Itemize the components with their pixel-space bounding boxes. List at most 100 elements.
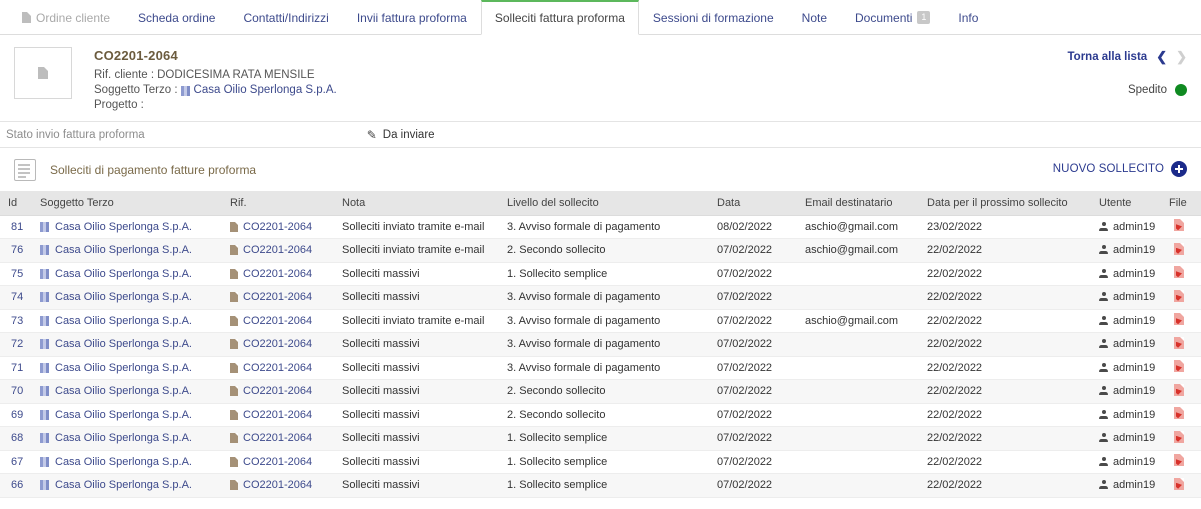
- pdf-icon[interactable]: [1174, 477, 1184, 490]
- table-row[interactable]: 68 Casa Oilio Sperlonga S.p.A. CO2201-2064…: [0, 426, 1201, 451]
- column-header[interactable]: Utente: [1091, 191, 1161, 216]
- cell-rif[interactable]: CO2201-2064: [222, 379, 334, 404]
- cell-id[interactable]: 67: [0, 450, 32, 474]
- table-row[interactable]: 67 Casa Oilio Sperlonga S.p.A. CO2201-2064…: [0, 450, 1201, 474]
- cell-file[interactable]: [1161, 379, 1201, 404]
- cell-rif[interactable]: CO2201-2064: [222, 450, 334, 474]
- cell-rif[interactable]: CO2201-2064: [222, 426, 334, 451]
- column-header[interactable]: File: [1161, 191, 1201, 216]
- tab-info[interactable]: Info: [944, 0, 992, 34]
- cell-id[interactable]: 75: [0, 262, 32, 286]
- table-row[interactable]: 75 Casa Oilio Sperlonga S.p.A. CO2201-2064…: [0, 262, 1201, 286]
- cell-soggetto-terzo[interactable]: Casa Oilio Sperlonga S.p.A.: [32, 238, 222, 263]
- cell-soggetto-terzo[interactable]: Casa Oilio Sperlonga S.p.A.: [32, 473, 222, 498]
- cell-file[interactable]: [1161, 450, 1201, 474]
- cell-soggetto-terzo[interactable]: Casa Oilio Sperlonga S.p.A.: [32, 356, 222, 380]
- pencil-icon[interactable]: ✎: [367, 128, 377, 142]
- back-to-list-link[interactable]: Torna alla lista: [1068, 51, 1148, 63]
- cell-id[interactable]: 69: [0, 403, 32, 427]
- cell-id[interactable]: 71: [0, 356, 32, 380]
- cell-soggetto-terzo[interactable]: Casa Oilio Sperlonga S.p.A.: [32, 262, 222, 286]
- pdf-icon[interactable]: [1174, 313, 1184, 326]
- cell-id[interactable]: 72: [0, 332, 32, 357]
- column-header[interactable]: Email destinatario: [797, 191, 919, 216]
- cell-id[interactable]: 68: [0, 426, 32, 451]
- pdf-icon[interactable]: [1174, 289, 1184, 302]
- pdf-icon[interactable]: [1174, 407, 1184, 420]
- tab-contatti-indirizzi[interactable]: Contatti/Indirizzi: [229, 0, 342, 34]
- cell-id[interactable]: 70: [0, 379, 32, 404]
- cell-rif[interactable]: CO2201-2064: [222, 356, 334, 380]
- cell-soggetto-terzo[interactable]: Casa Oilio Sperlonga S.p.A.: [32, 285, 222, 310]
- tab-invii-fattura-proforma[interactable]: Invii fattura proforma: [343, 0, 481, 34]
- table-row[interactable]: 70 Casa Oilio Sperlonga S.p.A. CO2201-2064…: [0, 379, 1201, 404]
- column-header[interactable]: Id: [0, 191, 32, 216]
- cell-file[interactable]: [1161, 473, 1201, 498]
- pdf-icon[interactable]: [1174, 454, 1184, 467]
- table-row[interactable]: 66 Casa Oilio Sperlonga S.p.A. CO2201-2064…: [0, 473, 1201, 498]
- column-header[interactable]: Soggetto Terzo: [32, 191, 222, 216]
- cell-soggetto-terzo[interactable]: Casa Oilio Sperlonga S.p.A.: [32, 215, 222, 239]
- column-header[interactable]: Rif.: [222, 191, 334, 216]
- cell-id[interactable]: 76: [0, 238, 32, 263]
- cell-soggetto-terzo[interactable]: Casa Oilio Sperlonga S.p.A.: [32, 332, 222, 357]
- chevron-left-icon[interactable]: ❮: [1156, 49, 1167, 65]
- column-header[interactable]: Livello del sollecito: [499, 191, 709, 216]
- cell-file[interactable]: [1161, 332, 1201, 357]
- cell-id[interactable]: 66: [0, 473, 32, 498]
- cell-file[interactable]: [1161, 215, 1201, 239]
- new-sollecito-button[interactable]: NUOVO SOLLECITO: [1053, 161, 1187, 177]
- tab-scheda-ordine[interactable]: Scheda ordine: [124, 0, 229, 34]
- cell-soggetto-terzo[interactable]: Casa Oilio Sperlonga S.p.A.: [32, 450, 222, 474]
- cell-id[interactable]: 74: [0, 285, 32, 310]
- cell-soggetto-terzo[interactable]: Casa Oilio Sperlonga S.p.A.: [32, 379, 222, 404]
- table-row[interactable]: 72 Casa Oilio Sperlonga S.p.A. CO2201-2064…: [0, 332, 1201, 357]
- column-header[interactable]: Nota: [334, 191, 499, 216]
- table-row[interactable]: 76 Casa Oilio Sperlonga S.p.A. CO2201-2064…: [0, 238, 1201, 263]
- cell-rif[interactable]: CO2201-2064: [222, 403, 334, 427]
- cell-rif[interactable]: CO2201-2064: [222, 238, 334, 263]
- state-bar-value-group[interactable]: ✎ Da inviare: [367, 128, 435, 142]
- cell-rif[interactable]: CO2201-2064: [222, 262, 334, 286]
- pdf-icon[interactable]: [1174, 383, 1184, 396]
- pdf-icon[interactable]: [1174, 242, 1184, 255]
- cell-file[interactable]: [1161, 238, 1201, 263]
- column-header[interactable]: Data per il prossimo sollecito: [919, 191, 1091, 216]
- table-row[interactable]: 69 Casa Oilio Sperlonga S.p.A. CO2201-2064…: [0, 403, 1201, 427]
- soggetto-terzo-link[interactable]: Casa Oilio Sperlonga S.p.A.: [194, 83, 337, 98]
- cell-soggetto-terzo[interactable]: Casa Oilio Sperlonga S.p.A.: [32, 426, 222, 451]
- table-row[interactable]: 71 Casa Oilio Sperlonga S.p.A. CO2201-2064…: [0, 356, 1201, 380]
- cell-rif[interactable]: CO2201-2064: [222, 309, 334, 333]
- cell-rif[interactable]: CO2201-2064: [222, 285, 334, 310]
- pdf-icon[interactable]: [1174, 266, 1184, 279]
- cell-rif[interactable]: CO2201-2064: [222, 215, 334, 239]
- cell-file[interactable]: [1161, 285, 1201, 310]
- cell-id[interactable]: 81: [0, 215, 32, 239]
- pdf-icon[interactable]: [1174, 336, 1184, 349]
- cell-file[interactable]: [1161, 426, 1201, 451]
- table-row[interactable]: 81 Casa Oilio Sperlonga S.p.A. CO2201-2064…: [0, 215, 1201, 239]
- cell-rif[interactable]: CO2201-2064: [222, 332, 334, 357]
- tab-documenti[interactable]: Documenti 1: [841, 0, 944, 34]
- cell-rif[interactable]: CO2201-2064: [222, 473, 334, 498]
- tab-note[interactable]: Note: [788, 0, 841, 34]
- tab-sessioni-di-formazione[interactable]: Sessioni di formazione: [639, 0, 788, 34]
- pdf-icon[interactable]: [1174, 219, 1184, 232]
- cell-file[interactable]: [1161, 262, 1201, 286]
- cell-file[interactable]: [1161, 403, 1201, 427]
- table-row[interactable]: 73 Casa Oilio Sperlonga S.p.A. CO2201-2064…: [0, 309, 1201, 333]
- tab-ordine-cliente[interactable]: Ordine cliente: [8, 0, 124, 34]
- cell-id[interactable]: 73: [0, 309, 32, 333]
- cell-email: aschio@gmail.com: [797, 238, 919, 263]
- column-header[interactable]: Data: [709, 191, 797, 216]
- cell-soggetto-terzo[interactable]: Casa Oilio Sperlonga S.p.A.: [32, 403, 222, 427]
- pdf-icon[interactable]: [1174, 360, 1184, 373]
- pdf-icon[interactable]: [1174, 430, 1184, 443]
- prossimo-sollecito-text: 22/02/2022: [927, 385, 983, 398]
- row-id: 81: [11, 220, 24, 233]
- table-row[interactable]: 74 Casa Oilio Sperlonga S.p.A. CO2201-2064…: [0, 285, 1201, 310]
- cell-file[interactable]: [1161, 309, 1201, 333]
- tab-solleciti-fattura-proforma[interactable]: Solleciti fattura proforma: [480, 0, 639, 35]
- cell-soggetto-terzo[interactable]: Casa Oilio Sperlonga S.p.A.: [32, 309, 222, 333]
- cell-file[interactable]: [1161, 356, 1201, 380]
